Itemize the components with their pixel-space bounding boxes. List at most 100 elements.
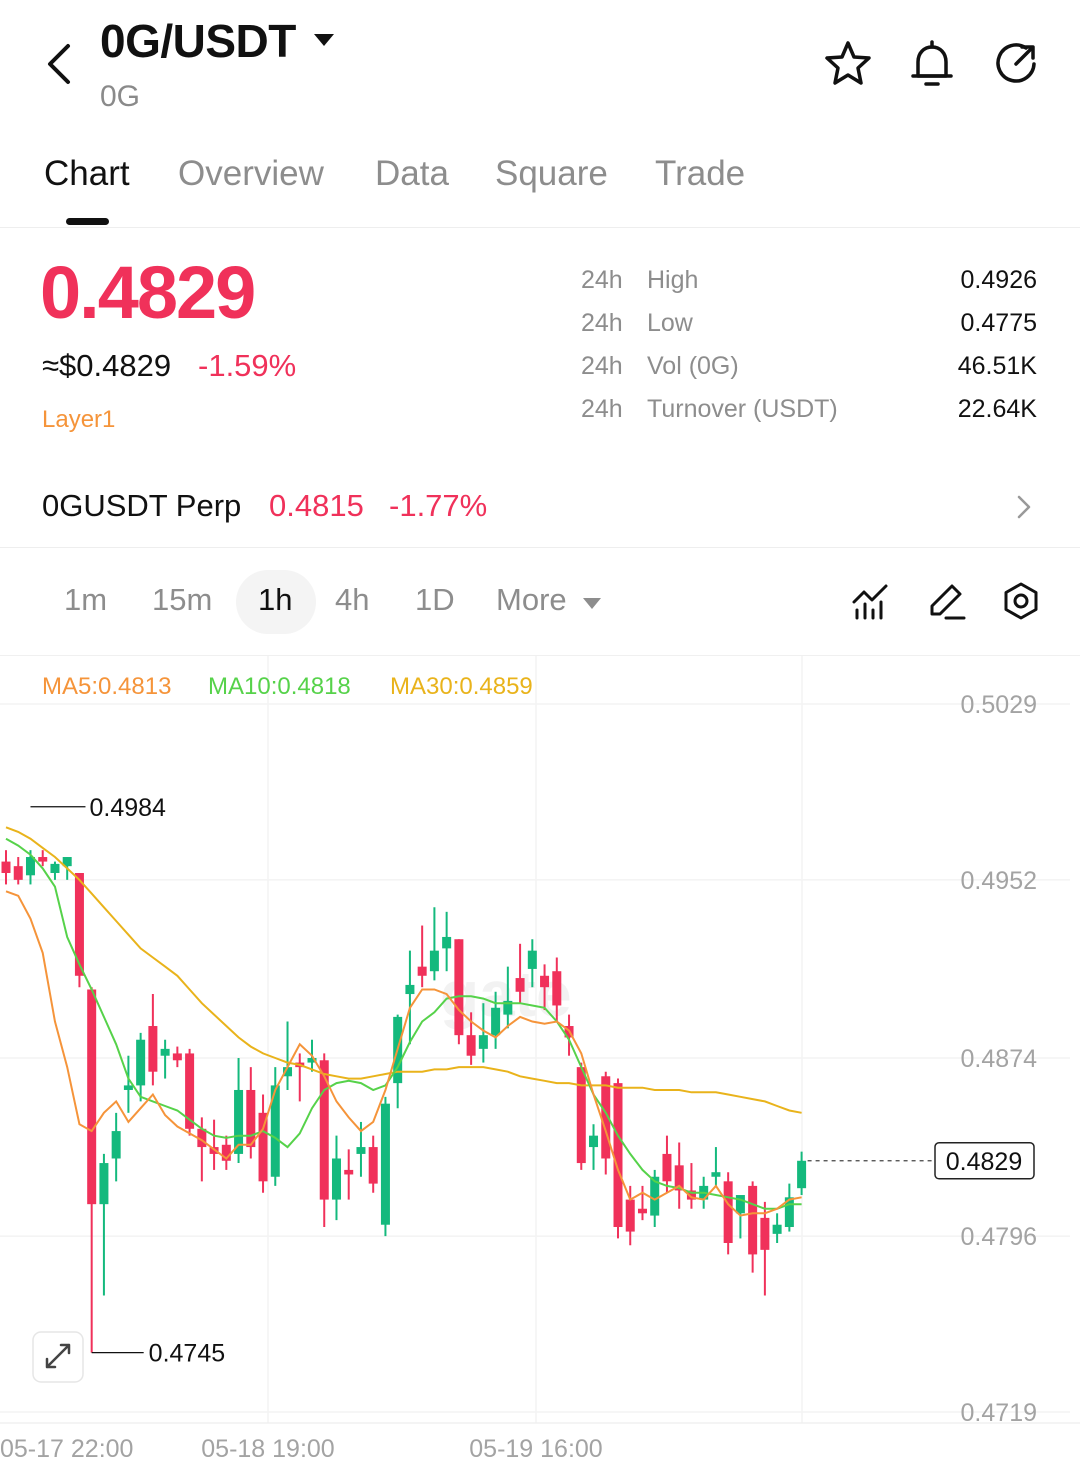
chevron-right-icon bbox=[1017, 495, 1031, 519]
candle-body bbox=[760, 1217, 770, 1250]
x-axis-tick: 05-18 19:00 bbox=[201, 1435, 334, 1463]
tab-square[interactable]: Square bbox=[495, 154, 608, 194]
ma5-label: MA5:0.4813 bbox=[42, 673, 172, 700]
active-tab-indicator bbox=[66, 218, 109, 225]
min-price-label: 0.4745 bbox=[149, 1340, 225, 1368]
interval-1d[interactable]: 1D bbox=[415, 582, 455, 618]
candle-body bbox=[735, 1195, 745, 1214]
candle-body bbox=[625, 1199, 635, 1232]
candle-body bbox=[442, 936, 452, 949]
candle-body bbox=[356, 1147, 366, 1154]
indicators-icon[interactable] bbox=[850, 580, 892, 622]
candle-body bbox=[111, 1131, 121, 1159]
back-arrow-icon[interactable] bbox=[40, 40, 80, 88]
candle-body bbox=[123, 1085, 133, 1090]
stat-volume: 24h Vol (0G) 46.51K bbox=[0, 352, 1080, 392]
candle-body bbox=[748, 1185, 758, 1255]
perp-name: 0GUSDT Perp bbox=[42, 488, 242, 523]
stat-high: 24h High 0.4926 bbox=[0, 266, 1080, 306]
interval-more[interactable]: More bbox=[496, 582, 567, 618]
candle-body bbox=[74, 873, 84, 976]
candle-body bbox=[136, 1039, 146, 1086]
ma10-label: MA10:0.4818 bbox=[208, 673, 351, 700]
price-chart[interactable]: MA5:0.4813 MA10:0.4818 MA30:0.4859 0.502… bbox=[0, 656, 1080, 1473]
interval-15m[interactable]: 15m bbox=[152, 582, 212, 618]
candlestick-chart: 0.50290.49520.48740.47960.4719gate0.4984… bbox=[0, 656, 1080, 1463]
candle-body bbox=[38, 857, 48, 862]
candle-body bbox=[1, 861, 11, 874]
last-price-tag: 0.4829 bbox=[946, 1148, 1022, 1176]
pair-dropdown-icon[interactable] bbox=[312, 30, 336, 50]
chevron-down-icon[interactable] bbox=[582, 596, 602, 610]
tab-bar: Chart Overview Data Square Trade bbox=[0, 150, 1080, 228]
ma30-label: MA30:0.4859 bbox=[390, 673, 533, 700]
candle-body bbox=[662, 1153, 672, 1182]
tab-data[interactable]: Data bbox=[375, 154, 449, 194]
stat-period: 24h bbox=[581, 266, 623, 294]
candle-body bbox=[25, 857, 35, 876]
draw-pen-icon[interactable] bbox=[926, 580, 968, 622]
interval-1m[interactable]: 1m bbox=[64, 582, 107, 618]
candle-body bbox=[172, 1053, 182, 1061]
candle-body bbox=[380, 1103, 390, 1225]
candle-body bbox=[491, 1007, 501, 1036]
perp-link-row[interactable]: 0GUSDT Perp 0.4815 -1.77% bbox=[0, 470, 1080, 548]
candle-body bbox=[417, 966, 427, 976]
stat-value: 22.64K bbox=[957, 395, 1037, 423]
candle-body bbox=[454, 939, 464, 1036]
stat-value: 0.4775 bbox=[960, 309, 1037, 337]
candle-body bbox=[552, 971, 562, 1006]
star-icon[interactable] bbox=[822, 38, 874, 90]
tab-trade[interactable]: Trade bbox=[655, 154, 745, 194]
candle-body bbox=[160, 1048, 170, 1056]
candle-body bbox=[246, 1089, 256, 1148]
perp-price: 0.4815 bbox=[269, 488, 364, 523]
y-axis-tick: 0.5029 bbox=[961, 691, 1037, 719]
tab-chart[interactable]: Chart bbox=[44, 154, 130, 194]
candle-body bbox=[576, 1067, 586, 1164]
candle-body bbox=[527, 950, 537, 969]
candle-body bbox=[540, 975, 550, 988]
x-axis-tick: 05-19 16:00 bbox=[469, 1435, 602, 1463]
interval-1h[interactable]: 1h bbox=[258, 582, 292, 618]
ma10-line bbox=[5, 837, 802, 1210]
stat-label: Turnover (USDT) bbox=[647, 395, 838, 423]
candle-body bbox=[99, 1163, 109, 1205]
stat-value: 46.51K bbox=[957, 352, 1037, 380]
stat-period: 24h bbox=[581, 352, 623, 380]
x-axis-tick: 05-17 22:00 bbox=[0, 1435, 133, 1463]
header: 0G/USDT 0G bbox=[0, 0, 1080, 130]
stat-label: High bbox=[647, 266, 699, 294]
max-price-label: 0.4984 bbox=[89, 794, 166, 822]
candle-body bbox=[478, 1035, 488, 1049]
bell-icon[interactable] bbox=[906, 38, 958, 90]
pair-title[interactable]: 0G/USDT bbox=[100, 14, 296, 68]
y-axis-tick: 0.4874 bbox=[961, 1045, 1038, 1073]
candle-body bbox=[87, 989, 97, 1205]
stat-label: Vol (0G) bbox=[647, 352, 739, 380]
chart-settings-icon[interactable] bbox=[1000, 580, 1042, 622]
interval-bar: 1m 15m 1h 4h 1D More bbox=[0, 560, 1080, 656]
stat-low: 24h Low 0.4775 bbox=[0, 309, 1080, 349]
candle-body bbox=[466, 1035, 476, 1056]
stat-value: 0.4926 bbox=[960, 266, 1037, 294]
candle-body bbox=[613, 1083, 623, 1228]
candle-body bbox=[258, 1112, 268, 1182]
tab-overview[interactable]: Overview bbox=[178, 154, 324, 194]
candle-body bbox=[368, 1147, 378, 1184]
candle-body bbox=[711, 1172, 721, 1177]
stat-turnover: 24h Turnover (USDT) 22.64K bbox=[0, 395, 1080, 435]
candle-body bbox=[331, 1158, 341, 1200]
candle-body bbox=[148, 1026, 158, 1072]
candle-body bbox=[13, 866, 23, 880]
base-asset: 0G bbox=[100, 80, 141, 113]
y-axis-tick: 0.4796 bbox=[961, 1223, 1037, 1251]
candle-body bbox=[589, 1135, 599, 1148]
candle-body bbox=[515, 978, 525, 992]
share-icon[interactable] bbox=[990, 38, 1042, 90]
perp-change: -1.77% bbox=[389, 488, 488, 523]
stat-period: 24h bbox=[581, 309, 623, 337]
candle-body bbox=[772, 1224, 782, 1234]
candle-body bbox=[405, 984, 415, 995]
interval-4h[interactable]: 4h bbox=[335, 582, 369, 618]
